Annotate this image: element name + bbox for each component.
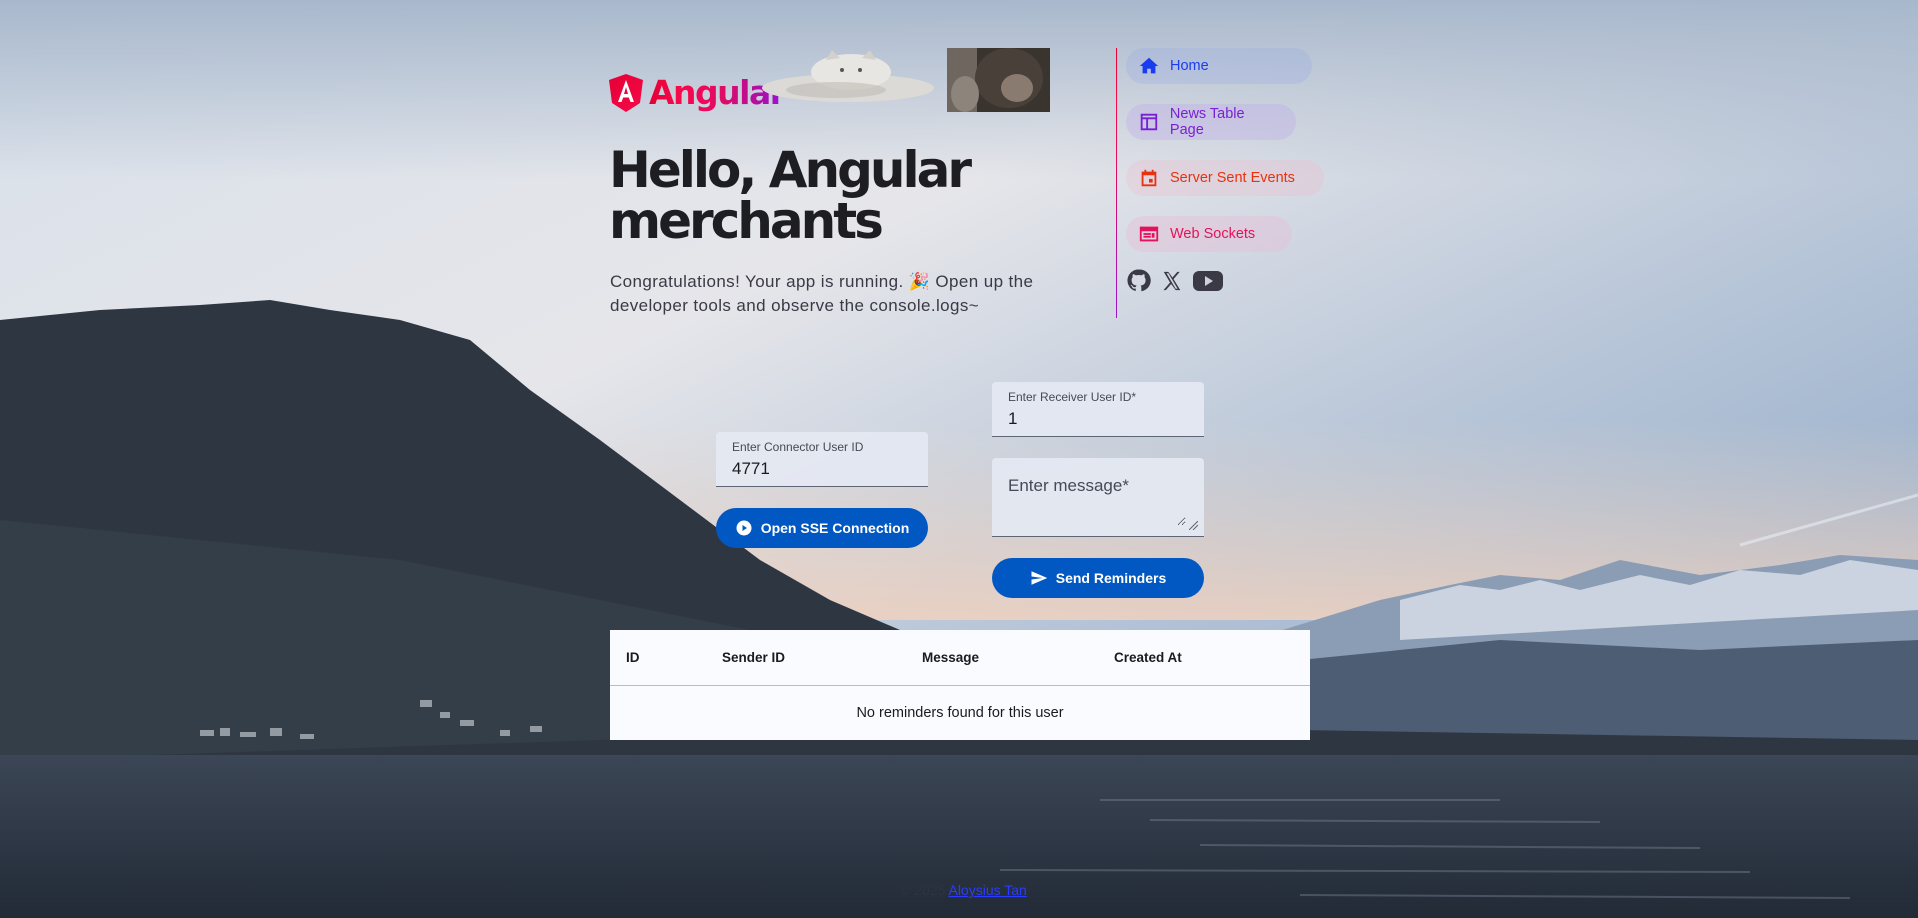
home-icon [1139, 57, 1159, 74]
message-textarea[interactable] [1008, 476, 1186, 526]
send-reminders-button[interactable]: Send Reminders [992, 558, 1204, 598]
send-reminders-label: Send Reminders [1055, 570, 1167, 586]
message-field [992, 458, 1204, 537]
nav-item-label: News Table Page [1169, 106, 1245, 138]
nav-item-label: Home [1170, 58, 1209, 74]
empty-table-message: No reminders found for this user [856, 705, 1064, 721]
nav-item-web-sockets[interactable]: Web Sockets [1126, 216, 1292, 252]
column-header-id: ID [610, 630, 706, 686]
table-row: No reminders found for this user [610, 686, 1310, 741]
table-icon [1140, 113, 1158, 131]
footer: © 2025 Aloysius Tan [900, 882, 1027, 898]
flat-cat-image [762, 50, 934, 102]
calendar-icon [1141, 169, 1157, 187]
page-title: Hello, Angular merchants [609, 141, 972, 250]
nav-item-label: Web Sockets [1170, 226, 1256, 242]
angular-shield-icon [609, 74, 643, 112]
page-subtitle: Congratulations! Your app is running. 🎉 … [610, 272, 1034, 315]
youtube-icon[interactable] [1193, 270, 1223, 297]
send-icon [1031, 571, 1047, 585]
open-sse-connection-button[interactable]: Open SSE Connection [716, 508, 928, 548]
connector-user-id-label: Enter Connector User ID [732, 440, 864, 454]
reminders-table: ID Sender ID Message Created At No remin… [610, 630, 1310, 740]
resize-handle-icon[interactable] [1189, 521, 1198, 530]
connector-user-id-input[interactable] [732, 459, 892, 479]
receiver-user-id-field: Enter Receiver User ID* [992, 382, 1204, 437]
social-links [1126, 268, 1324, 298]
column-header-message: Message [906, 630, 1098, 686]
main-nav: Home News Table Page Server Sent Events … [1126, 48, 1324, 298]
column-header-sender-id: Sender ID [706, 630, 906, 686]
table-header-row: ID Sender ID Message Created At [610, 630, 1310, 686]
vertical-divider [1116, 48, 1117, 318]
nav-item-news-table[interactable]: News Table Page [1126, 104, 1296, 140]
x-icon[interactable] [1161, 270, 1183, 297]
web-icon [1139, 226, 1159, 242]
nav-item-home[interactable]: Home [1126, 48, 1312, 84]
open-sse-connection-label: Open SSE Connection [760, 520, 910, 536]
connector-user-id-field: Enter Connector User ID [716, 432, 928, 487]
nav-item-label: Server Sent Events [1170, 170, 1295, 186]
nav-item-server-sent-events[interactable]: Server Sent Events [1126, 160, 1324, 196]
copyright-text: © 2025 [900, 882, 946, 898]
author-link[interactable]: Aloysius Tan [948, 882, 1026, 898]
column-header-created-at: Created At [1098, 630, 1310, 686]
receiver-user-id-label: Enter Receiver User ID* [1008, 390, 1137, 404]
play-circle-icon [736, 520, 752, 536]
cat-photo-image [947, 48, 1050, 112]
receiver-user-id-input[interactable] [1008, 409, 1168, 429]
github-icon[interactable] [1126, 268, 1151, 298]
